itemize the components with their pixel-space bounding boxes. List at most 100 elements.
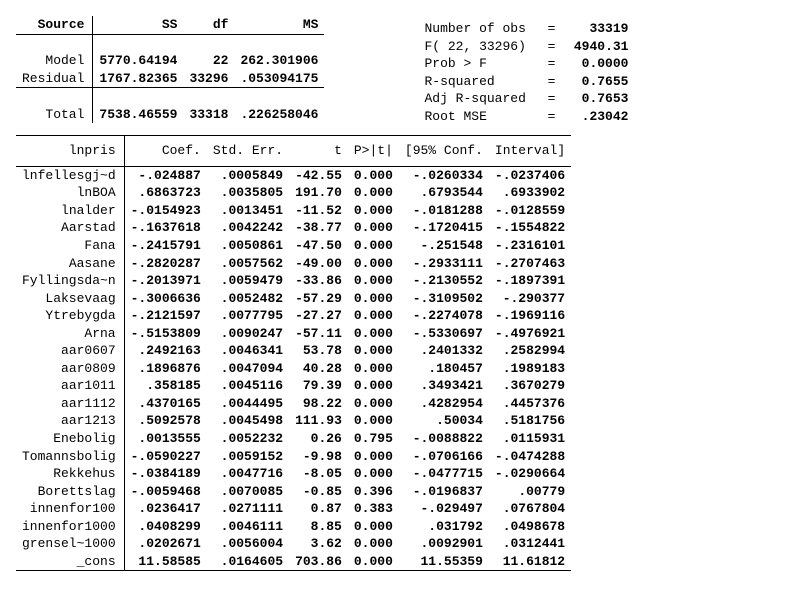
anova-row-total-ss: 7538.46559 — [93, 106, 184, 124]
coef-t: -33.86 — [289, 272, 348, 290]
model-stats-block: Number of obs = 33319 F( 22, 33296) = 49… — [424, 16, 628, 125]
table-row: aar1011.358185.004511679.390.000.3493421… — [16, 377, 571, 395]
coef-p: 0.000 — [348, 377, 399, 395]
coef-ci-hi: .00779 — [489, 483, 571, 501]
coef-p: 0.000 — [348, 290, 399, 308]
coef-p: 0.000 — [348, 448, 399, 466]
table-row: Fana-.2415791.0050861-47.500.000-.251548… — [16, 237, 571, 255]
coef-var: Aasane — [16, 255, 124, 273]
coef-p: 0.000 — [348, 272, 399, 290]
coef-ci-lo: -.0706166 — [399, 448, 489, 466]
anova-header-ss: SS — [93, 16, 184, 34]
coef-ci-lo: .2401332 — [399, 342, 489, 360]
coef-se: .0042242 — [207, 219, 289, 237]
coef-t: -0.85 — [289, 483, 348, 501]
coef-header-ci-hi: Interval] — [489, 136, 571, 167]
anova-row-total-ms: .226258046 — [234, 106, 324, 124]
table-row: grensel~1000.0202671.00560043.620.000.00… — [16, 535, 571, 553]
coef-var: lnBOA — [16, 184, 124, 202]
coef-ci-lo: -.0260334 — [399, 166, 489, 184]
coef-t: -9.98 — [289, 448, 348, 466]
table-row: Tomannsbolig-.0590227.0059152-9.980.000-… — [16, 448, 571, 466]
coef-ci-lo: -.2933111 — [399, 255, 489, 273]
coef-ci-lo: -.3109502 — [399, 290, 489, 308]
coef-t: 191.70 — [289, 184, 348, 202]
coef-se: .0044495 — [207, 395, 289, 413]
stat-label: Root MSE — [424, 108, 544, 126]
table-row: aar1213.5092578.0045498111.930.000.50034… — [16, 412, 571, 430]
coef-var: aar0607 — [16, 342, 124, 360]
coef-se: .0052232 — [207, 430, 289, 448]
coef-ci-hi: -.0237406 — [489, 166, 571, 184]
coef-ci-hi: -.1554822 — [489, 219, 571, 237]
coef-p: 0.000 — [348, 412, 399, 430]
coef-coef: 11.58585 — [124, 553, 207, 571]
coef-se: .0035805 — [207, 184, 289, 202]
coef-ci-hi: .0498678 — [489, 518, 571, 536]
anova-table: Source SS df MS Model 5770.64194 22 262.… — [16, 16, 324, 123]
coef-var: aar1213 — [16, 412, 124, 430]
stat-value: 4940.31 — [558, 38, 628, 56]
coef-se: .0059152 — [207, 448, 289, 466]
anova-row-model-label: Model — [16, 52, 93, 70]
coef-p: 0.000 — [348, 325, 399, 343]
anova-row-residual-ss: 1767.82365 — [93, 70, 184, 88]
coef-ci-hi: -.0474288 — [489, 448, 571, 466]
coef-p: 0.000 — [348, 553, 399, 571]
coef-header-depvar: lnpris — [16, 136, 124, 167]
coef-se: .0057562 — [207, 255, 289, 273]
coef-ci-lo: .6793544 — [399, 184, 489, 202]
coef-header-se: Std. Err. — [207, 136, 289, 167]
coef-var: _cons — [16, 553, 124, 571]
coef-coef: .0236417 — [124, 500, 207, 518]
coef-ci-hi: -.290377 — [489, 290, 571, 308]
coef-t: -57.11 — [289, 325, 348, 343]
coef-ci-hi: .0767804 — [489, 500, 571, 518]
coef-ci-lo: 11.55359 — [399, 553, 489, 571]
coef-header-coef: Coef. — [124, 136, 207, 167]
table-row: Rekkehus-.0384189.0047716-8.050.000-.047… — [16, 465, 571, 483]
coef-se: .0090247 — [207, 325, 289, 343]
table-row: Ytrebygda-.2121597.0077795-27.270.000-.2… — [16, 307, 571, 325]
anova-row-total-label: Total — [16, 106, 93, 124]
table-row: Fyllingsda~n-.2013971.0059479-33.860.000… — [16, 272, 571, 290]
table-row: Enebolig.0013555.00522320.260.795-.00888… — [16, 430, 571, 448]
coef-coef: .0202671 — [124, 535, 207, 553]
coef-var: innenfor1000 — [16, 518, 124, 536]
coef-coef: -.2121597 — [124, 307, 207, 325]
coef-ci-hi: .3670279 — [489, 377, 571, 395]
table-row: Aarstad-.1637618.0042242-38.770.000-.172… — [16, 219, 571, 237]
coef-var: aar0809 — [16, 360, 124, 378]
table-row: aar1112.4370165.004449598.220.000.428295… — [16, 395, 571, 413]
coef-var: Fana — [16, 237, 124, 255]
coef-se: .0047094 — [207, 360, 289, 378]
stat-row: F( 22, 33296) = 4940.31 — [424, 38, 628, 56]
coef-coef: -.2013971 — [124, 272, 207, 290]
coef-ci-hi: -.2707463 — [489, 255, 571, 273]
coef-coef: .6863723 — [124, 184, 207, 202]
coef-coef: .2492163 — [124, 342, 207, 360]
coef-ci-hi: .0312441 — [489, 535, 571, 553]
anova-row-residual-ms: .053094175 — [234, 70, 324, 88]
coef-coef: -.1637618 — [124, 219, 207, 237]
coef-ci-hi: .0115931 — [489, 430, 571, 448]
coef-se: .0056004 — [207, 535, 289, 553]
coef-t: 98.22 — [289, 395, 348, 413]
coef-var: Aarstad — [16, 219, 124, 237]
coef-se: .0046341 — [207, 342, 289, 360]
coef-ci-hi: .5181756 — [489, 412, 571, 430]
coef-se: .0070085 — [207, 483, 289, 501]
table-row: lnfellesgj~d-.024887.0005849-42.550.000-… — [16, 166, 571, 184]
coef-header-p: P>|t| — [348, 136, 399, 167]
coef-se: .0052482 — [207, 290, 289, 308]
coef-coef: -.5153809 — [124, 325, 207, 343]
anova-header-source: Source — [16, 16, 93, 34]
coef-ci-hi: -.2316101 — [489, 237, 571, 255]
coef-var: Ytrebygda — [16, 307, 124, 325]
coef-var: aar1011 — [16, 377, 124, 395]
anova-row-total-df: 33318 — [183, 106, 234, 124]
table-row: innenfor1000.0408299.00461118.850.000.03… — [16, 518, 571, 536]
stat-row: Adj R-squared = 0.7653 — [424, 90, 628, 108]
coef-ci-lo: -.0477715 — [399, 465, 489, 483]
coef-p: 0.396 — [348, 483, 399, 501]
